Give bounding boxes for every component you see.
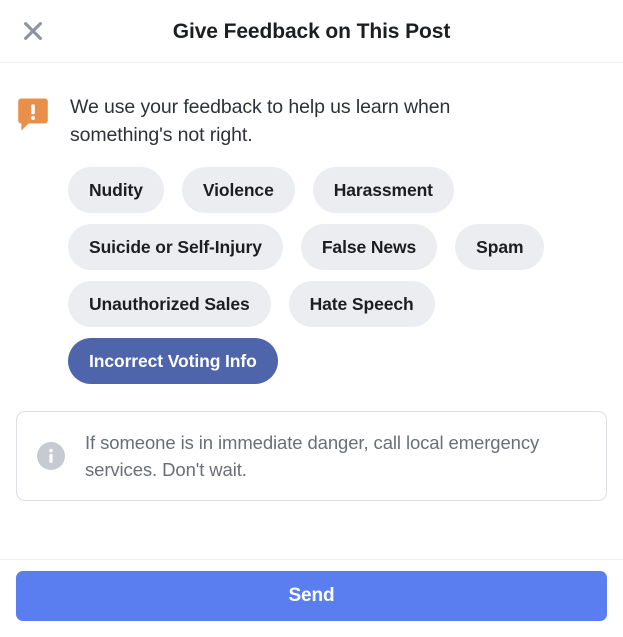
feedback-bubble-icon-glyph bbox=[18, 98, 48, 131]
intro-row: We use your feedback to help us learn wh… bbox=[0, 63, 623, 149]
info-icon-glyph bbox=[37, 442, 65, 470]
send-button[interactable]: Send bbox=[16, 571, 607, 621]
intro-text: We use your feedback to help us learn wh… bbox=[70, 96, 451, 146]
option-chip-nudity[interactable]: Nudity bbox=[68, 167, 164, 213]
option-chip-spam[interactable]: Spam bbox=[455, 224, 545, 270]
option-chip-harassment[interactable]: Harassment bbox=[312, 167, 454, 213]
feedback-bubble-icon bbox=[18, 98, 48, 132]
option-chip-suicide-or-self-injury[interactable]: Suicide or Self-Injury bbox=[68, 224, 283, 270]
dialog-header: Give Feedback on This Post bbox=[0, 0, 623, 63]
option-chip-false-news[interactable]: False News bbox=[300, 224, 438, 270]
emergency-notice-text: If someone is in immediate danger, call … bbox=[85, 432, 540, 480]
dialog-footer: Send bbox=[0, 559, 623, 637]
close-icon-glyph bbox=[24, 22, 42, 40]
feedback-options-row: Unauthorized Sales Hate Speech bbox=[68, 281, 607, 327]
dialog-body: We use your feedback to help us learn wh… bbox=[0, 63, 623, 559]
feedback-options-row: Nudity Violence Harassment bbox=[68, 167, 607, 213]
option-chip-incorrect-voting-info[interactable]: Incorrect Voting Info bbox=[68, 338, 278, 384]
page-title: Give Feedback on This Post bbox=[172, 19, 451, 43]
option-chip-unauthorized-sales[interactable]: Unauthorized Sales bbox=[68, 281, 271, 327]
emergency-notice: If someone is in immediate danger, call … bbox=[16, 411, 607, 501]
feedback-options-row: Incorrect Voting Info bbox=[68, 338, 607, 384]
option-chip-violence[interactable]: Violence bbox=[181, 167, 295, 213]
info-icon bbox=[37, 442, 65, 470]
option-chip-hate-speech[interactable]: Hate Speech bbox=[288, 281, 435, 327]
feedback-options-row: Suicide or Self-Injury False News Spam bbox=[68, 224, 607, 270]
feedback-options: Nudity Violence Harassment Suicide or Se… bbox=[0, 149, 623, 384]
close-icon[interactable] bbox=[14, 12, 52, 50]
feedback-dialog: Give Feedback on This Post We use your f… bbox=[0, 0, 623, 637]
